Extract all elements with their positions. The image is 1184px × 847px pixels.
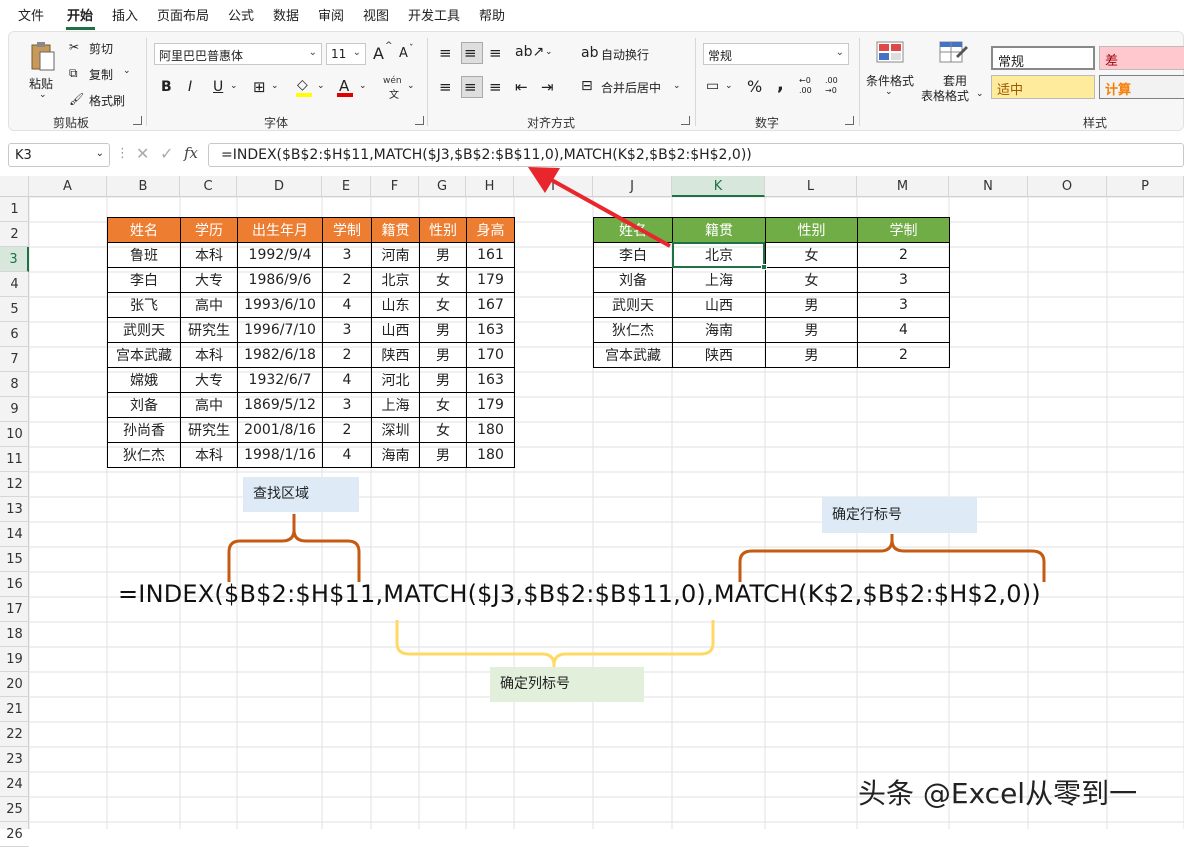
- column-number-brace: [395, 620, 715, 667]
- annotation-overlay: [227, 167, 1046, 667]
- lookup-range-brace: [227, 514, 361, 582]
- pointer-arrow: [547, 176, 671, 248]
- row-number-brace: [738, 534, 1046, 582]
- watermark: 头条 @Excel从零到一: [858, 777, 1138, 810]
